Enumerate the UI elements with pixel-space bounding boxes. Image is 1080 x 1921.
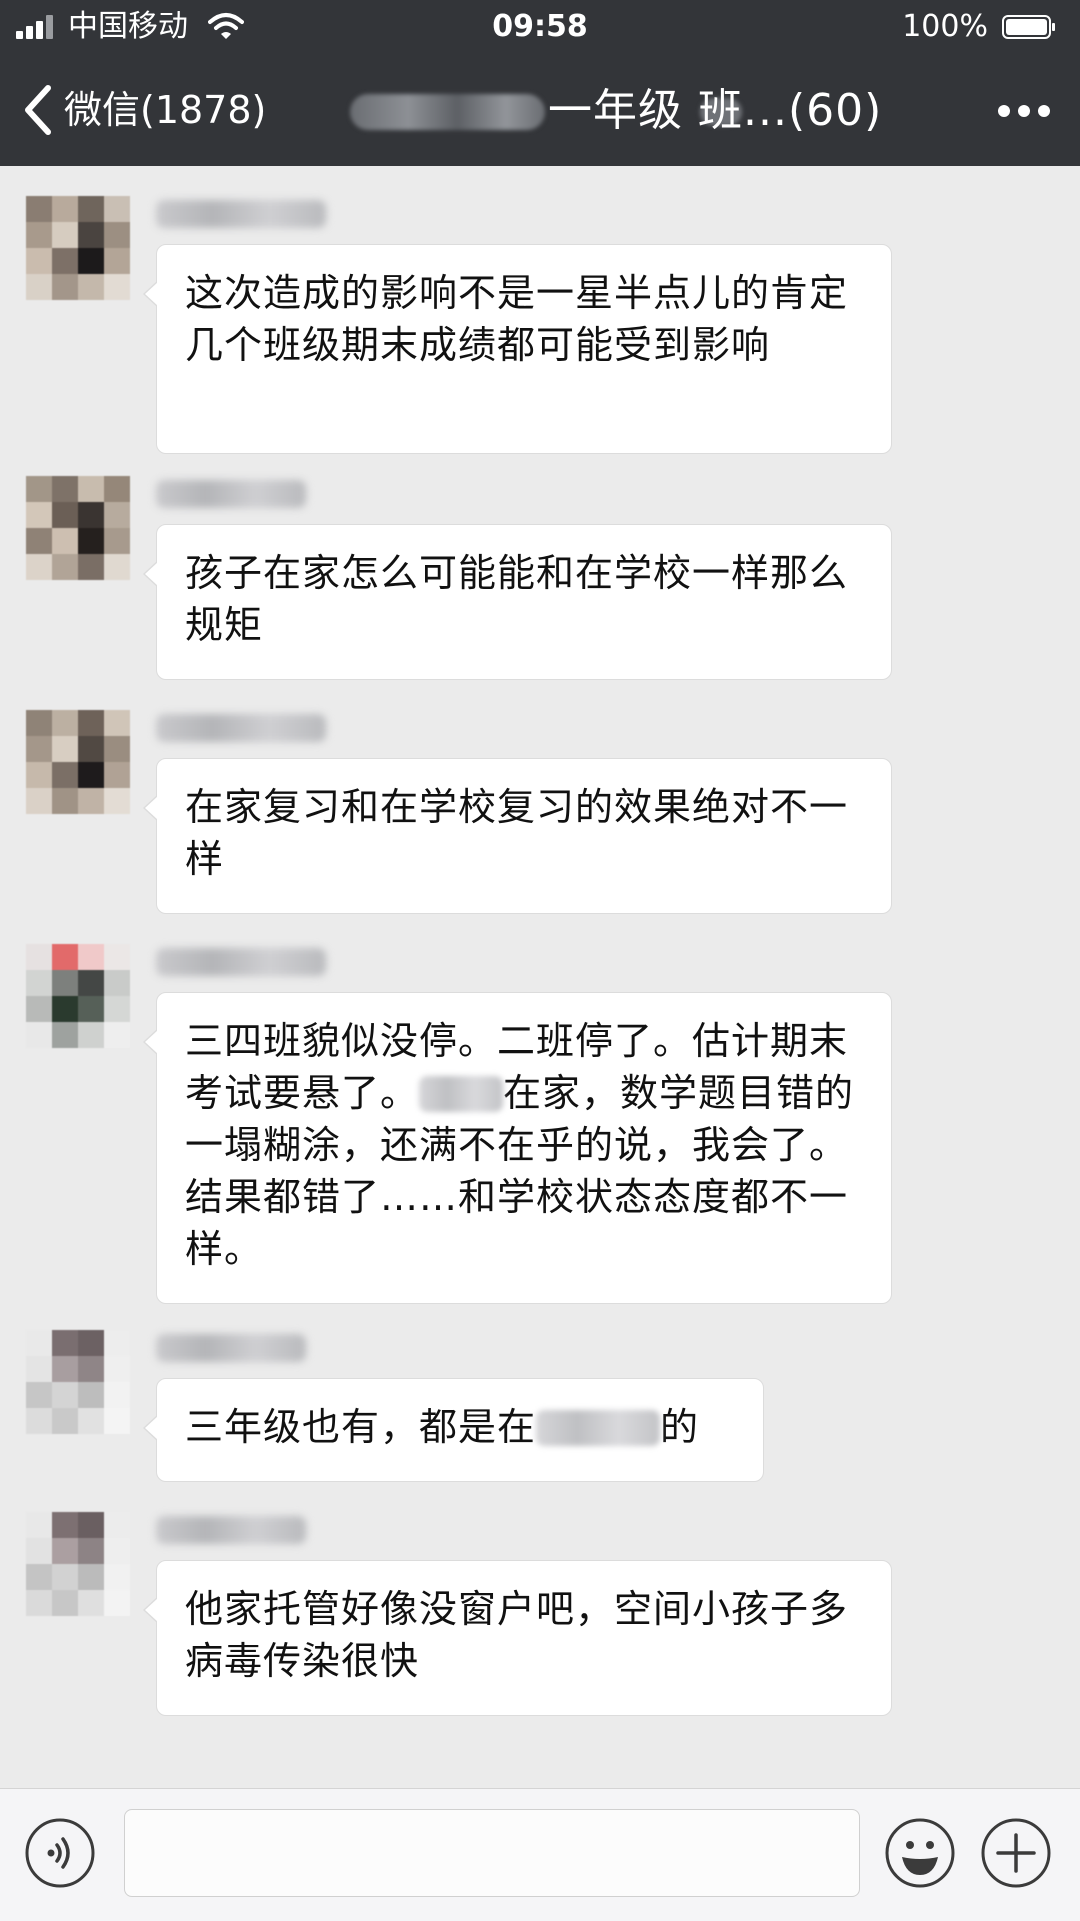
message-text: 这次造成的影响不是一星半点儿的肯定几个班级期末成绩都可能受到影响 [185,271,849,367]
redacted-sender-name [156,1334,306,1362]
plus-icon[interactable] [980,1817,1052,1889]
status-bar: 中国移动 09:58 100% [0,0,1080,54]
message-text: 在家复习和在学校复习的效果绝对不一样 [185,785,849,881]
message-bubble[interactable]: 这次造成的影响不是一星半点儿的肯定几个班级期末成绩都可能受到影响 [143,244,892,454]
top-bar: 中国移动 09:58 100% 微信(1878) 一年级 班...(60) [0,0,1080,166]
redacted-sender-name [156,948,326,976]
avatar[interactable] [26,710,130,814]
chat-title: 一年级 班...(60) [548,85,883,136]
navigation-bar: 微信(1878) 一年级 班...(60) [0,56,1080,166]
message-text-part: 的 [660,1405,700,1449]
redacted-sender-name [156,200,326,228]
redacted-sender-name [156,714,326,742]
message-text: 孩子在家怎么可能能和在学校一样那么规矩 [185,551,849,647]
battery-percentage: 100% [902,9,988,44]
message-bubble[interactable]: 三四班貌似没停。二班停了。估计期末考试要悬了。 在家，数学题目错的一塌糊涂，还满不… [143,992,892,1304]
message-bubble[interactable]: 他家托管好像没窗户吧，空间小孩子多病毒传染很快 [143,1560,892,1716]
status-time: 09:58 [492,9,588,44]
wifi-icon [208,13,244,39]
emoji-icon[interactable] [884,1817,956,1889]
message-bubble[interactable]: 孩子在家怎么可能能和在学校一样那么规矩 [143,524,892,680]
chat-area[interactable]: 这次造成的影响不是一星半点儿的肯定几个班级期末成绩都可能受到影响 孩子在家怎么可… [0,166,1080,1788]
carrier-name: 中国移动 [68,9,188,44]
back-label: 微信(1878) [64,88,267,132]
avatar[interactable] [26,1512,130,1616]
redacted-group-name [350,94,545,130]
voice-icon[interactable] [24,1817,96,1889]
redacted-name [419,1076,504,1112]
avatar[interactable] [26,1330,130,1434]
redacted-location [536,1410,661,1446]
battery-icon [1002,15,1055,39]
message-text: 他家托管好像没窗户吧，空间小孩子多病毒传染很快 [185,1587,849,1683]
chevron-left-icon [25,85,51,135]
avatar[interactable] [26,196,130,300]
message-bubble[interactable]: 在家复习和在学校复习的效果绝对不一样 [143,758,892,914]
redacted-sender-name [156,480,306,508]
signal-icon [16,15,60,39]
avatar[interactable] [26,476,130,580]
message-text-part: 三年级也有，都是在 [185,1405,537,1449]
more-icon[interactable] [996,96,1052,126]
input-bar [0,1788,1080,1921]
redacted-sender-name [156,1516,306,1544]
back-button[interactable]: 微信(1878) [18,78,266,142]
message-bubble[interactable]: 三年级也有，都是在 的 [143,1378,764,1482]
avatar[interactable] [26,944,130,1048]
message-input[interactable] [124,1809,860,1897]
